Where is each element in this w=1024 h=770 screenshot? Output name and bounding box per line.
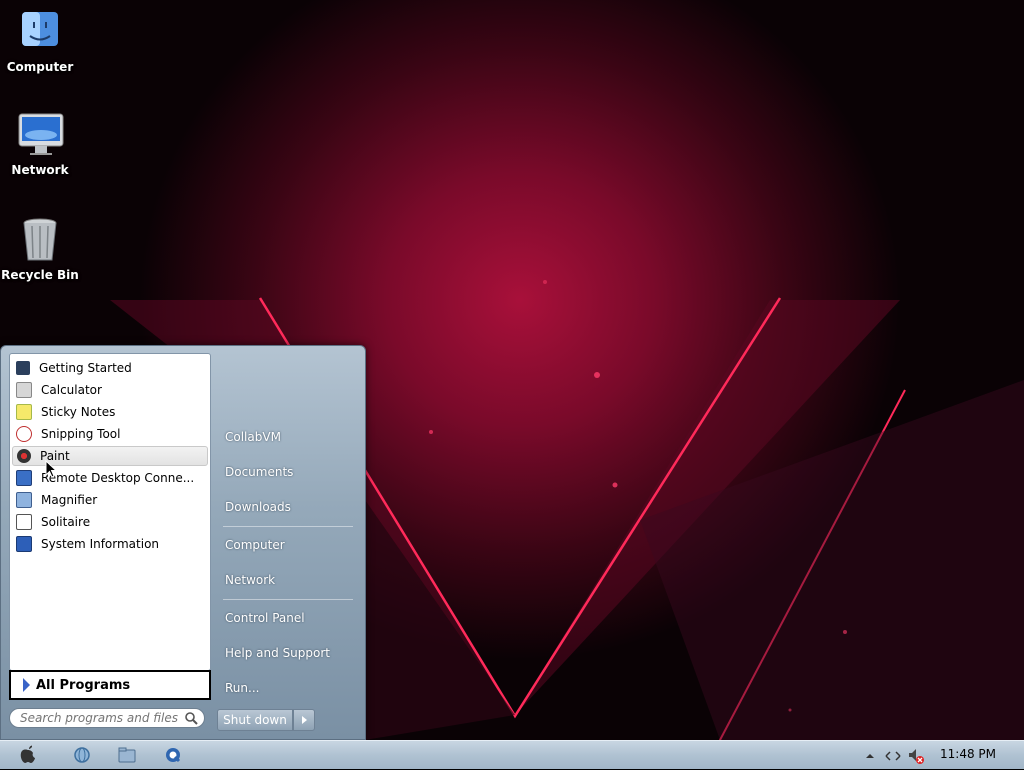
menu-item-downloads[interactable]: Downloads xyxy=(225,500,291,514)
calculator-icon xyxy=(16,382,32,398)
separator xyxy=(223,599,353,600)
program-item-remote-desktop[interactable]: Remote Desktop Conne... xyxy=(12,468,206,488)
program-item-solitaire[interactable]: Solitaire xyxy=(12,512,206,532)
sticky-notes-icon xyxy=(16,404,32,420)
desktop-icon-label: Network xyxy=(11,163,69,177)
all-programs-label: All Programs xyxy=(36,677,131,693)
remote-desktop-icon xyxy=(16,470,32,486)
snipping-tool-icon xyxy=(16,426,32,442)
taskbar: 11:48 PM xyxy=(0,740,1024,769)
program-list: Getting Started Calculator Sticky Notes … xyxy=(9,353,211,671)
paint-icon xyxy=(17,449,31,463)
quicktime-icon[interactable] xyxy=(163,745,185,765)
program-label: Solitaire xyxy=(41,515,91,529)
solitaire-icon xyxy=(16,514,32,530)
program-item-getting-started[interactable]: Getting Started xyxy=(12,358,206,378)
program-item-calculator[interactable]: Calculator xyxy=(12,380,206,400)
program-item-system-information[interactable]: System Information xyxy=(12,534,206,554)
apple-start-icon[interactable] xyxy=(17,742,39,763)
menu-item-collabvm[interactable]: CollabVM xyxy=(225,430,281,444)
program-label: Remote Desktop Conne... xyxy=(41,471,195,485)
desktop-icon-network[interactable]: Network xyxy=(0,113,80,177)
menu-item-network[interactable]: Network xyxy=(225,573,275,587)
network-status-icon[interactable] xyxy=(885,748,901,762)
menu-item-computer[interactable]: Computer xyxy=(225,538,285,552)
program-label: Calculator xyxy=(41,383,102,397)
desktop-icon-computer[interactable]: Computer xyxy=(0,10,80,74)
menu-item-help-and-support[interactable]: Help and Support xyxy=(225,646,330,660)
desktop-icon-recycle-bin[interactable]: Recycle Bin xyxy=(0,218,80,282)
program-label: Magnifier xyxy=(41,493,98,507)
program-item-snipping-tool[interactable]: Snipping Tool xyxy=(12,424,206,444)
recycle-bin-icon xyxy=(18,218,62,262)
clock[interactable]: 11:48 PM xyxy=(940,747,996,761)
magnifier-icon xyxy=(16,492,32,508)
volume-muted-icon[interactable] xyxy=(908,748,924,764)
menu-item-documents[interactable]: Documents xyxy=(225,465,293,479)
program-item-sticky-notes[interactable]: Sticky Notes xyxy=(12,402,206,422)
menu-item-run[interactable]: Run... xyxy=(225,681,259,695)
shut-down-options-button[interactable] xyxy=(293,709,315,731)
folder-icon[interactable] xyxy=(117,745,139,765)
start-menu: Getting Started Calculator Sticky Notes … xyxy=(0,345,366,740)
program-label: Sticky Notes xyxy=(41,405,116,419)
program-label: Snipping Tool xyxy=(41,427,121,441)
all-programs-button[interactable]: All Programs xyxy=(9,670,211,700)
mouse-cursor-icon xyxy=(45,459,58,482)
show-hidden-icons-icon[interactable] xyxy=(863,748,877,762)
arrow-right-icon xyxy=(23,678,30,692)
menu-item-control-panel[interactable]: Control Panel xyxy=(225,611,305,625)
imac-network-icon xyxy=(18,113,64,157)
getting-started-icon xyxy=(16,361,30,375)
program-label: Getting Started xyxy=(39,361,132,375)
shut-down-button[interactable]: Shut down xyxy=(217,709,293,731)
program-label: System Information xyxy=(41,537,160,551)
desktop-icon-label: Computer xyxy=(6,60,74,74)
search-programs-field[interactable] xyxy=(9,708,205,728)
desktop-icon-label: Recycle Bin xyxy=(1,268,79,282)
search-icon xyxy=(185,712,198,728)
program-item-paint[interactable]: Paint xyxy=(12,446,208,466)
separator xyxy=(223,526,353,527)
program-item-magnifier[interactable]: Magnifier xyxy=(12,490,206,510)
finder-computer-icon xyxy=(18,10,62,54)
search-input[interactable] xyxy=(18,710,182,726)
system-information-icon xyxy=(16,536,32,552)
browser-icon[interactable] xyxy=(72,745,94,765)
